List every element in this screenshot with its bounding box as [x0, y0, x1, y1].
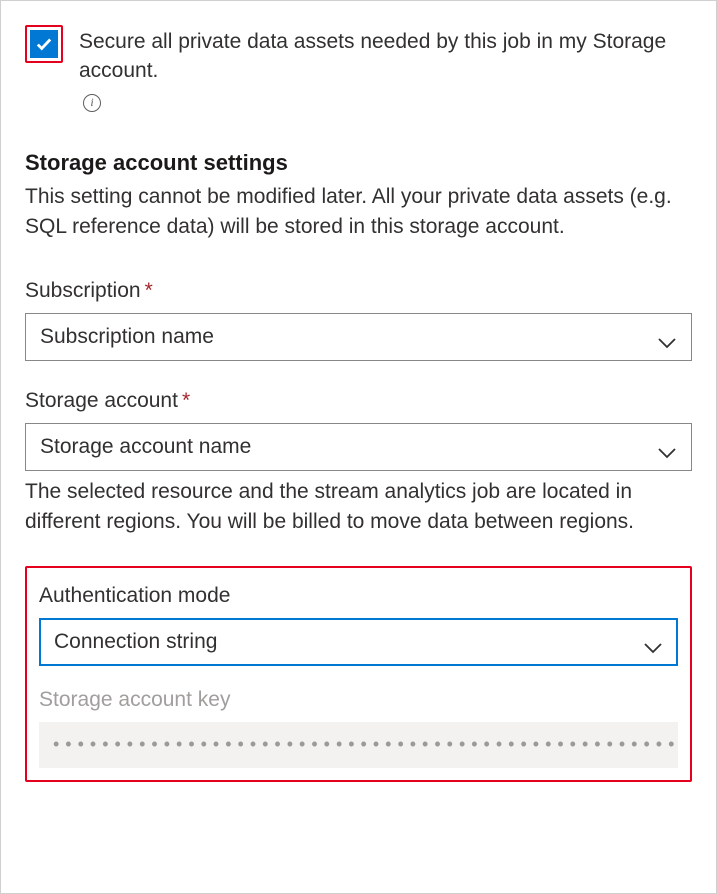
chevron-down-icon [657, 441, 677, 453]
section-description: This setting cannot be modified later. A… [25, 182, 692, 243]
subscription-label-text: Subscription [25, 279, 141, 302]
auth-mode-value: Connection string [54, 630, 217, 654]
secure-data-checkbox-label: Secure all private data assets needed by… [79, 25, 692, 110]
subscription-value: Subscription name [40, 325, 214, 349]
storage-account-select[interactable]: Storage account name [25, 423, 692, 471]
section-heading: Storage account settings [25, 150, 692, 176]
checkbox-highlight-box [25, 25, 63, 63]
storage-key-input[interactable]: ••••••••••••••••••••••••••••••••••••••••… [39, 722, 678, 768]
chevron-down-icon [643, 636, 663, 648]
checkmark-icon [35, 35, 53, 53]
storage-account-hint: The selected resource and the stream ana… [25, 477, 692, 538]
storage-key-label: Storage account key [39, 688, 678, 712]
storage-account-value: Storage account name [40, 435, 251, 459]
auth-mode-label: Authentication mode [39, 584, 678, 608]
subscription-select[interactable]: Subscription name [25, 313, 692, 361]
storage-account-label-text: Storage account [25, 389, 178, 412]
required-asterisk: * [145, 279, 153, 302]
storage-account-label: Storage account* [25, 389, 692, 413]
checkbox-label-text: Secure all private data assets needed by… [79, 27, 692, 86]
chevron-down-icon [657, 331, 677, 343]
subscription-label: Subscription* [25, 279, 692, 303]
auth-highlight-box: Authentication mode Connection string St… [25, 566, 692, 782]
auth-mode-select[interactable]: Connection string [39, 618, 678, 666]
secure-data-checkbox[interactable] [30, 30, 58, 58]
info-icon[interactable]: i [83, 94, 101, 112]
required-asterisk: * [182, 389, 190, 412]
